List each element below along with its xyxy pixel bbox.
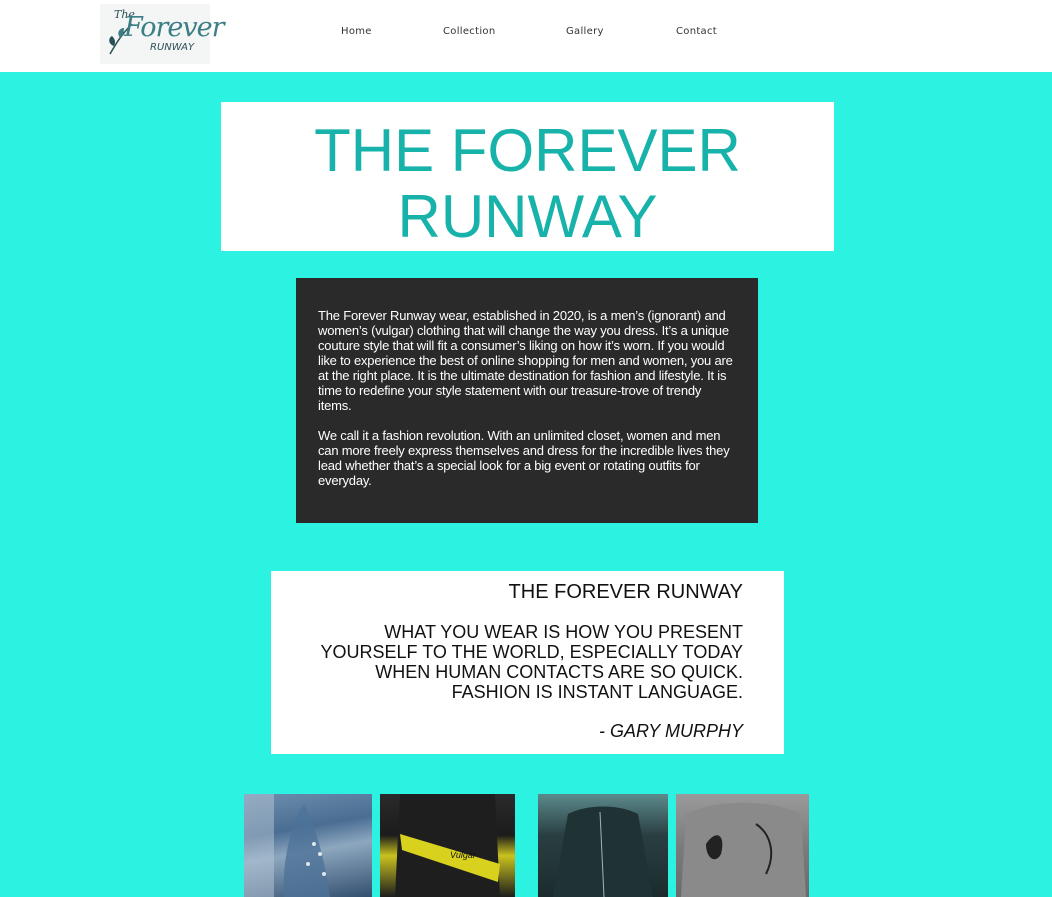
skirt-image	[395, 794, 500, 897]
site-header: The Forever RUNWAY Home Collection Galle…	[0, 0, 1052, 72]
gallery-image-shirt[interactable]	[676, 794, 809, 897]
quote-body: WHAT YOU WEAR IS HOW YOU PRESENT YOURSEL…	[320, 622, 743, 702]
gallery-image-jacket[interactable]	[538, 794, 668, 897]
quote-title: THE FOREVER RUNWAY	[508, 581, 743, 603]
about-panel: The Forever Runway wear, established in …	[296, 278, 758, 523]
quote-author: - GARY MURPHY	[598, 721, 743, 741]
quote-box: THE FOREVER RUNWAY WHAT YOU WEAR IS HOW …	[271, 571, 784, 754]
nav-home[interactable]: Home	[341, 26, 372, 37]
skirt-caption: Vulgar	[450, 850, 476, 860]
nav-gallery[interactable]: Gallery	[566, 26, 604, 37]
jeans-image	[244, 794, 330, 897]
about-paragraph-2: We call it a fashion revolution. With an…	[318, 428, 730, 488]
jacket-image	[553, 806, 653, 897]
hero-title: THE FOREVER RUNWAY	[221, 102, 834, 250]
nav-contact[interactable]: Contact	[676, 26, 717, 37]
hero-title-box: THE FOREVER RUNWAY	[221, 102, 834, 251]
about-paragraph-1: The Forever Runway wear, established in …	[318, 308, 733, 413]
main-nav: Home Collection Gallery Contact	[0, 26, 1052, 40]
shirt-image	[681, 802, 806, 897]
hero-title-line1: THE FOREVER	[314, 117, 741, 184]
nav-collection[interactable]: Collection	[443, 26, 495, 37]
logo-runway-text: RUNWAY	[150, 42, 195, 53]
gallery-image-jeans[interactable]	[244, 794, 372, 897]
hero-title-line2: RUNWAY	[397, 183, 658, 250]
gallery-image-skirt[interactable]: Vulgar	[380, 794, 515, 897]
